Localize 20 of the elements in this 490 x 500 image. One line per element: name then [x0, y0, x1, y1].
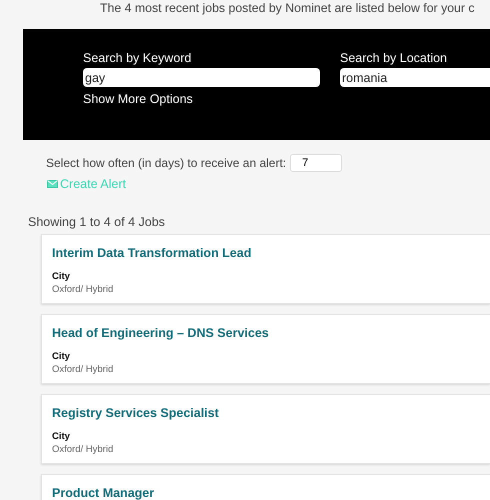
job-title-link[interactable]: Interim Data Transformation Lead: [52, 245, 252, 261]
job-location: Oxford/ Hybrid: [52, 363, 114, 376]
keyword-field[interactable]: gay: [83, 68, 320, 87]
field-label: City: [52, 271, 70, 283]
location-label: Search by Location: [340, 50, 448, 66]
location-field[interactable]: romania: [340, 68, 490, 87]
job-title-link[interactable]: Product Manager: [52, 485, 154, 500]
job-title-link[interactable]: Registry Services Specialist: [52, 405, 219, 421]
results-summary: Showing 1 to 4 of 4 Jobs: [28, 214, 166, 230]
field-label: City: [52, 431, 70, 443]
job-location: Oxford/ Hybrid: [52, 283, 114, 296]
envelope-icon: [47, 180, 58, 188]
alert-frequency-label: Select how often (in days) to receive an alert:: [46, 156, 286, 170]
field-label: City: [52, 351, 70, 363]
job-title-link[interactable]: Head of Engineering – DNS Services: [52, 325, 269, 341]
intro-text: The 4 most recent jobs posted by Nominet are listed below for your c: [99, 0, 476, 17]
keyword-label: Search by Keyword: [83, 50, 192, 66]
job-location: Oxford/ Hybrid: [52, 443, 114, 456]
days-field[interactable]: 7: [290, 154, 342, 172]
show-more-options-link[interactable]: Show More Options: [83, 91, 193, 107]
